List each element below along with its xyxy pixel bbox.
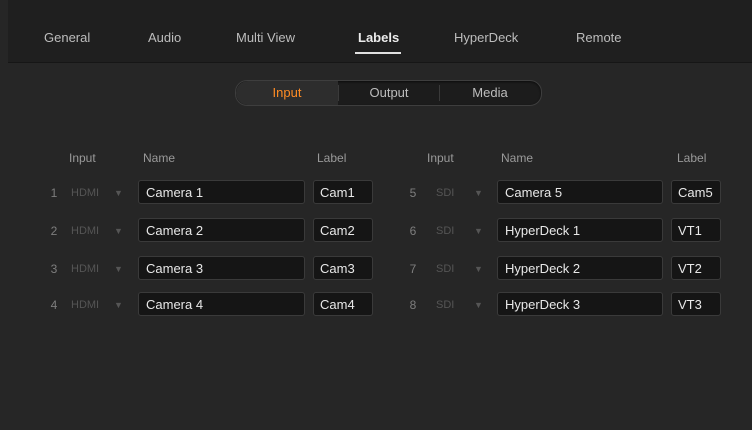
- row-number: 7: [409, 262, 417, 276]
- chevron-down-icon: ▼: [114, 188, 123, 198]
- tab-general[interactable]: General: [44, 30, 90, 45]
- source-select[interactable]: SDI: [436, 187, 454, 199]
- tab-audio[interactable]: Audio: [148, 30, 181, 45]
- segment-output[interactable]: Output: [339, 81, 439, 105]
- label-field[interactable]: Cam3: [313, 256, 373, 280]
- chevron-down-icon: ▼: [474, 300, 483, 310]
- segment-input[interactable]: Input: [236, 81, 338, 105]
- row-number: 1: [50, 186, 58, 200]
- name-field[interactable]: Camera 1: [138, 180, 305, 204]
- name-field[interactable]: Camera 2: [138, 218, 305, 242]
- row-number: 3: [50, 262, 58, 276]
- chevron-down-icon: ▼: [474, 264, 483, 274]
- tab-remote[interactable]: Remote: [576, 30, 622, 45]
- labels-settings-panel: General Audio Multi View Labels HyperDec…: [0, 0, 752, 430]
- row-number: 2: [50, 224, 58, 238]
- source-select[interactable]: SDI: [436, 299, 454, 311]
- chevron-down-icon: ▼: [474, 188, 483, 198]
- name-field[interactable]: HyperDeck 2: [497, 256, 663, 280]
- tab-hyperdeck[interactable]: HyperDeck: [454, 30, 518, 45]
- header-input-left: Input: [69, 151, 96, 165]
- name-field[interactable]: Camera 4: [138, 292, 305, 316]
- row-number: 6: [409, 224, 417, 238]
- header-name-right: Name: [501, 151, 534, 165]
- label-field[interactable]: Cam5: [671, 180, 721, 204]
- tab-labels[interactable]: Labels: [358, 30, 399, 45]
- source-select[interactable]: HDMI: [71, 299, 99, 311]
- row-number: 4: [50, 298, 58, 312]
- source-select[interactable]: HDMI: [71, 225, 99, 237]
- label-type-segmented-control: Input Output Media: [235, 80, 542, 106]
- header-input-right: Input: [427, 151, 454, 165]
- chevron-down-icon: ▼: [114, 226, 123, 236]
- name-field[interactable]: Camera 3: [138, 256, 305, 280]
- tab-multi-view[interactable]: Multi View: [236, 30, 295, 45]
- name-field[interactable]: HyperDeck 3: [497, 292, 663, 316]
- source-select[interactable]: HDMI: [71, 263, 99, 275]
- label-field[interactable]: Cam1: [313, 180, 373, 204]
- header-label-left: Label: [317, 151, 347, 165]
- header-label-right: Label: [677, 151, 707, 165]
- name-field[interactable]: Camera 5: [497, 180, 663, 204]
- chevron-down-icon: ▼: [114, 264, 123, 274]
- active-tab-indicator: [355, 52, 401, 54]
- row-number: 8: [409, 298, 417, 312]
- chevron-down-icon: ▼: [474, 226, 483, 236]
- source-select[interactable]: SDI: [436, 225, 454, 237]
- source-select[interactable]: SDI: [436, 263, 454, 275]
- header-name-left: Name: [143, 151, 176, 165]
- label-field[interactable]: VT1: [671, 218, 721, 242]
- name-field[interactable]: HyperDeck 1: [497, 218, 663, 242]
- segment-media[interactable]: Media: [440, 81, 540, 105]
- source-select[interactable]: HDMI: [71, 187, 99, 199]
- row-number: 5: [409, 186, 417, 200]
- label-field[interactable]: Cam4: [313, 292, 373, 316]
- label-field[interactable]: VT3: [671, 292, 721, 316]
- label-field[interactable]: VT2: [671, 256, 721, 280]
- label-field[interactable]: Cam2: [313, 218, 373, 242]
- chevron-down-icon: ▼: [114, 300, 123, 310]
